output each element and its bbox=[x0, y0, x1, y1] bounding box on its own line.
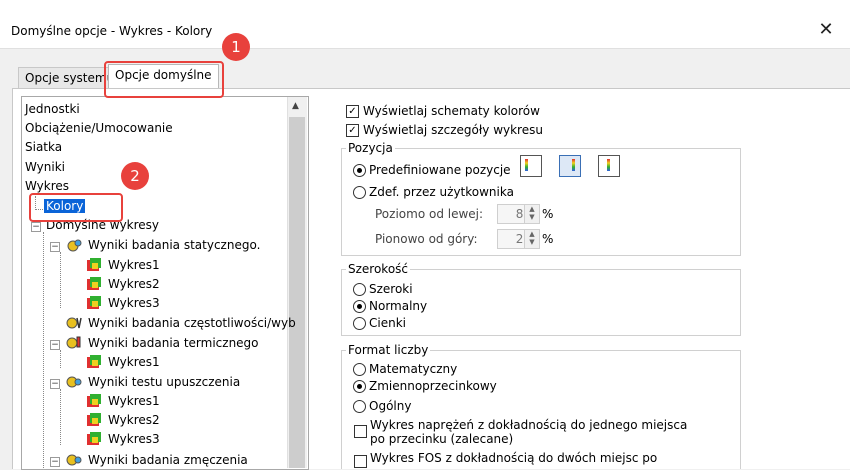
tree-line bbox=[60, 389, 61, 445]
width-thin-label: Cienki bbox=[369, 316, 406, 330]
show-plot-details-label: Wyświetlaj szczegóły wykresu bbox=[363, 123, 543, 137]
stress-precision-label-line1: Wykres naprężeń z dokładnością do jedneg… bbox=[370, 418, 688, 432]
width-group-title: Szerokość bbox=[346, 262, 411, 276]
scroll-up-icon[interactable]: ▲ bbox=[292, 101, 299, 111]
tree-item-drop-test-results[interactable]: Wyniki testu upuszczenia bbox=[88, 375, 240, 389]
tree-line bbox=[43, 232, 44, 468]
stress-precision-checkbox[interactable] bbox=[354, 425, 367, 438]
tree-line bbox=[60, 350, 61, 368]
tree-item-plot1[interactable]: Wykres1 bbox=[108, 355, 160, 369]
position-right-button[interactable] bbox=[598, 155, 620, 177]
number-format-group-title: Format liczby bbox=[346, 343, 431, 357]
close-icon[interactable]: ✕ bbox=[814, 18, 838, 42]
format-float-label: Zmiennoprzecinkowy bbox=[369, 379, 497, 393]
annotation-badge-2: 2 bbox=[121, 162, 149, 190]
collapse-icon[interactable]: − bbox=[31, 222, 41, 232]
tree-item-plot2[interactable]: Wykres2 bbox=[108, 277, 160, 291]
horizontal-offset-label: Poziomo od lewej: bbox=[375, 207, 484, 221]
tree-item-plot[interactable]: Wykres bbox=[25, 179, 69, 193]
tree-item-static-results[interactable]: Wyniki badania statycznego. bbox=[88, 238, 260, 252]
tree-item-plot3[interactable]: Wykres3 bbox=[108, 296, 160, 310]
tree-item-units[interactable]: Jednostki bbox=[25, 102, 80, 116]
highlight-colors-item bbox=[29, 193, 123, 222]
show-plot-details-checkbox[interactable]: ✓ bbox=[346, 124, 359, 137]
collapse-icon[interactable]: − bbox=[50, 457, 60, 467]
plot-icon bbox=[87, 355, 101, 368]
format-float-radio[interactable] bbox=[353, 380, 366, 393]
format-math-label: Matematyczny bbox=[369, 362, 458, 376]
format-general-label: Ogólny bbox=[369, 399, 412, 413]
scroll-thumb[interactable] bbox=[289, 117, 305, 468]
predefined-positions-radio[interactable] bbox=[353, 164, 366, 177]
fos-precision-checkbox[interactable] bbox=[354, 455, 367, 468]
position-top-right-button[interactable] bbox=[559, 155, 581, 177]
tree-item-plot1[interactable]: Wykres1 bbox=[108, 258, 160, 272]
window-title: Domyślne opcje - Wykres - Kolory bbox=[11, 24, 213, 38]
plot-icon bbox=[87, 394, 101, 407]
user-defined-label: Zdef. przez użytkownika bbox=[369, 185, 514, 199]
plot-icon bbox=[87, 277, 101, 290]
plot-icon bbox=[87, 258, 101, 271]
tree-item-plot3[interactable]: Wykres3 bbox=[108, 432, 160, 446]
horizontal-offset-unit: % bbox=[542, 207, 554, 221]
annotation-badge-1: 1 bbox=[222, 33, 250, 61]
plot-icon bbox=[87, 413, 101, 426]
width-wide-radio[interactable] bbox=[353, 283, 366, 296]
tree-item-fatigue-results[interactable]: Wyniki badania zmęczenia bbox=[88, 453, 248, 467]
tree-item-thermal-results[interactable]: Wyniki badania termicznego bbox=[88, 336, 259, 350]
tree-item-mesh[interactable]: Siatka bbox=[25, 140, 62, 154]
tree-item-plot1[interactable]: Wykres1 bbox=[108, 394, 160, 408]
thermal-study-icon bbox=[66, 336, 81, 349]
options-tree bbox=[21, 96, 309, 470]
drop-test-icon bbox=[66, 376, 82, 388]
position-left-button[interactable] bbox=[520, 155, 542, 177]
show-color-schemes-label: Wyświetlaj schematy kolorów bbox=[363, 104, 540, 118]
width-thin-radio[interactable] bbox=[353, 317, 366, 330]
fatigue-study-icon bbox=[66, 454, 82, 466]
width-normal-label: Normalny bbox=[369, 299, 428, 313]
vertical-offset-unit: % bbox=[542, 232, 554, 246]
horizontal-offset-stepper[interactable]: ▲ ▼ bbox=[524, 204, 540, 224]
format-math-radio[interactable] bbox=[353, 363, 366, 376]
width-wide-label: Szeroki bbox=[369, 282, 413, 296]
plot-icon bbox=[87, 296, 101, 309]
plot-icon bbox=[87, 432, 101, 445]
vertical-offset-label: Pionowo od góry: bbox=[375, 232, 478, 246]
show-color-schemes-checkbox[interactable]: ✓ bbox=[346, 105, 359, 118]
user-defined-radio[interactable] bbox=[353, 186, 366, 199]
width-normal-radio[interactable] bbox=[353, 300, 366, 313]
vertical-offset-stepper[interactable]: ▲ ▼ bbox=[524, 229, 540, 249]
collapse-icon[interactable]: − bbox=[50, 242, 60, 252]
tree-item-plot2[interactable]: Wykres2 bbox=[108, 413, 160, 427]
collapse-icon[interactable]: − bbox=[50, 379, 60, 389]
tree-line bbox=[60, 252, 61, 308]
fos-precision-label-line1: Wykres FOS z dokładnością do dwóch miejs… bbox=[370, 451, 658, 465]
format-general-radio[interactable] bbox=[353, 400, 366, 413]
stress-precision-label-line2: po przecinku (zalecane) bbox=[370, 432, 514, 446]
highlight-default-options-tab bbox=[104, 61, 224, 98]
static-study-icon bbox=[67, 239, 82, 252]
tree-item-loads[interactable]: Obciążenie/Umocowanie bbox=[25, 121, 173, 135]
predefined-positions-label: Predefiniowane pozycje bbox=[369, 163, 511, 177]
title-bar: Domyślne opcje - Wykres - Kolory ✕ bbox=[0, 0, 850, 49]
tree-item-results[interactable]: Wyniki bbox=[25, 160, 65, 174]
position-group-title: Pozycja bbox=[346, 141, 395, 155]
frequency-study-icon bbox=[66, 317, 82, 329]
collapse-icon[interactable]: − bbox=[50, 340, 60, 350]
tree-item-frequency-results[interactable]: Wyniki badania częstotliwości/wyb bbox=[88, 316, 296, 330]
